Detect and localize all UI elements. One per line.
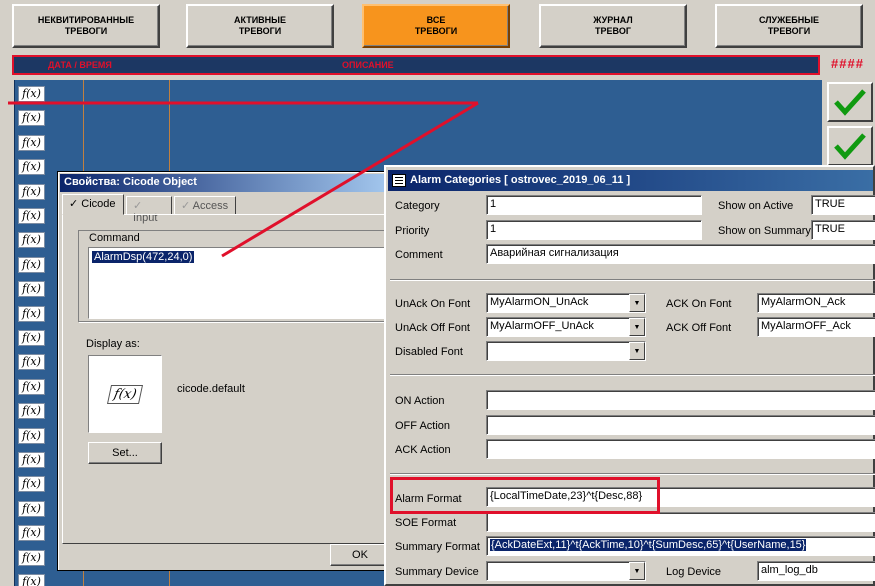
show-on-summary-label: Show on Summary (718, 225, 811, 237)
alarm-row-function-icon[interactable]: f(x) (18, 403, 45, 420)
ack-action-label: ACK Action (395, 444, 451, 456)
checkmark-icon (834, 89, 866, 116)
disabled-font-label: Disabled Font (395, 346, 463, 358)
header-description: ОПИСАНИЕ (342, 60, 394, 70)
nav-service-alarms-button[interactable]: СЛУЖЕБНЫЕ ТРЕВОГИ (715, 4, 863, 48)
alarm-row-function-icon[interactable]: f(x) (18, 86, 45, 102)
icon-name-text: cicode.default (177, 383, 245, 395)
summary-format-label: Summary Format (395, 541, 480, 553)
checkmark-icon (834, 133, 866, 160)
chevron-down-icon[interactable]: ▼ (629, 562, 645, 580)
alarm-row-function-icon[interactable]: f(x) (18, 549, 45, 566)
nav-alarm-log-button[interactable]: ЖУРНАЛ ТРЕВОГ (539, 4, 687, 48)
summary-device-select[interactable]: ▼ (486, 561, 646, 581)
alarm-row-function-icon[interactable]: f(x) (18, 281, 45, 298)
alarm-row-function-icon[interactable]: f(x) (18, 134, 45, 151)
show-on-active-field[interactable]: TRUE (811, 195, 875, 215)
alarm-row-function-icon[interactable]: f(x) (18, 305, 45, 322)
unack-on-font-label: UnAck On Font (395, 298, 471, 310)
chevron-down-icon[interactable]: ▼ (629, 294, 645, 312)
alarm-row-function-icon[interactable]: f(x) (18, 500, 45, 517)
check-icon: ✓ (69, 198, 79, 210)
header-datetime: ДАТА / ВРЕМЯ (48, 60, 112, 70)
nav-all-alarms-button[interactable]: ВСЕ ТРЕВОГИ (362, 4, 510, 48)
alarm-row-function-icon[interactable]: f(x) (18, 476, 45, 493)
acknowledge-button[interactable] (827, 82, 873, 122)
separator (390, 473, 875, 475)
priority-label: Priority (395, 225, 430, 237)
command-value: AlarmDsp(472,24,0) (92, 251, 195, 263)
nav-unacknowledged-alarms-button[interactable]: НЕКВИТИРОВАННЫЕ ТРЕВОГИ (12, 4, 160, 48)
soe-format-field[interactable] (486, 512, 875, 532)
check-icon: ✓ (133, 200, 143, 212)
separator (390, 279, 875, 281)
log-device-label: Log Device (666, 566, 722, 578)
alarm-row-function-icon[interactable]: f(x) (18, 452, 45, 468)
form-icon (392, 174, 406, 187)
unack-off-font-label: UnAck Off Font (395, 322, 470, 334)
tab-input[interactable]: ✓ Input (126, 196, 172, 224)
separator (390, 374, 875, 376)
alarm-row-function-icon[interactable]: f(x) (18, 256, 45, 273)
tab-access[interactable]: ✓ Access (174, 196, 236, 215)
alarm-row-function-icon[interactable]: f(x) (18, 574, 45, 586)
show-on-summary-field[interactable]: TRUE (811, 220, 875, 240)
cicode-object-properties-dialog: Свойства: Cicode Object ✓ Cicode ✓ Input… (57, 171, 397, 571)
nav-active-alarms-button[interactable]: АКТИВНЫЕ ТРЕВОГИ (186, 4, 334, 48)
alarm-row-function-icon[interactable]: f(x) (18, 232, 45, 249)
alarm-row-function-icon[interactable]: f(x) (18, 525, 45, 542)
annotation-highlight-box (390, 477, 660, 514)
command-textarea[interactable]: AlarmDsp(472,24,0) (88, 247, 394, 319)
ack-on-font-label: ACK On Font (666, 298, 732, 310)
ack-off-font-label: ACK Off Font (666, 322, 732, 334)
disabled-font-select[interactable]: ▼ (486, 341, 646, 361)
icon-preview: f(x) (88, 355, 162, 433)
summary-device-label: Summary Device (395, 566, 479, 578)
off-action-field[interactable] (486, 415, 875, 435)
unack-off-font-select[interactable]: MyAlarmOFF_UnAck ▼ (486, 317, 646, 337)
overflow-indicator: #### (831, 56, 864, 71)
dialog-title: Alarm Categories [ ostrovec_2019_06_11 ] (388, 170, 873, 191)
alarm-row-function-icon[interactable]: f(x) (18, 208, 45, 224)
alarm-nav-bar: НЕКВИТИРОВАННЫЕ ТРЕВОГИ АКТИВНЫЕ ТРЕВОГИ… (0, 0, 875, 52)
on-action-field[interactable] (486, 390, 875, 410)
summary-format-field[interactable]: {AckDateExt,11}^t{AckTime,10}^t{SumDesc,… (486, 536, 875, 556)
chevron-down-icon[interactable]: ▼ (629, 342, 645, 360)
function-icon: f(x) (106, 384, 144, 404)
acknowledge-all-button[interactable] (827, 126, 873, 166)
chevron-down-icon[interactable]: ▼ (629, 318, 645, 336)
alarm-row-function-icon[interactable]: f(x) (18, 354, 45, 371)
ack-on-font-select[interactable]: MyAlarmON_Ack (757, 293, 875, 313)
ok-button[interactable]: OK (330, 544, 390, 566)
category-label: Category (395, 200, 440, 212)
priority-field[interactable]: 1 (486, 220, 702, 240)
show-on-active-label: Show on Active (718, 200, 794, 212)
alarm-row-function-icon[interactable]: f(x) (18, 378, 45, 395)
tab-cicode[interactable]: ✓ Cicode (62, 194, 124, 215)
set-button[interactable]: Set... (88, 442, 162, 464)
alarm-row-function-icon[interactable]: f(x) (18, 427, 45, 444)
alarm-categories-dialog: Alarm Categories [ ostrovec_2019_06_11 ]… (384, 165, 875, 586)
category-field[interactable]: 1 (486, 195, 702, 215)
unack-on-font-select[interactable]: MyAlarmON_UnAck ▼ (486, 293, 646, 313)
command-label: Command (89, 232, 140, 244)
display-as-label: Display as: (86, 338, 140, 350)
log-device-select[interactable]: alm_log_db (757, 561, 875, 581)
ack-off-font-select[interactable]: MyAlarmOFF_Ack (757, 317, 875, 337)
alarm-table-header: ДАТА / ВРЕМЯ ОПИСАНИЕ (12, 55, 820, 75)
soe-format-label: SOE Format (395, 517, 457, 529)
off-action-label: OFF Action (395, 420, 451, 432)
alarm-row-function-icon[interactable]: f(x) (18, 330, 45, 346)
alarm-row-function-icon[interactable]: f(x) (18, 183, 45, 200)
dialog-title: Свойства: Cicode Object (60, 174, 394, 192)
ack-action-field[interactable] (486, 439, 875, 459)
check-icon: ✓ (181, 200, 191, 212)
comment-label: Comment (395, 249, 443, 261)
comment-field[interactable]: Аварийная сигнализация (486, 244, 875, 264)
alarm-row-function-icon[interactable]: f(x) (18, 159, 45, 176)
on-action-label: ON Action (395, 395, 445, 407)
alarm-row-function-icon[interactable]: f(x) (18, 110, 45, 127)
